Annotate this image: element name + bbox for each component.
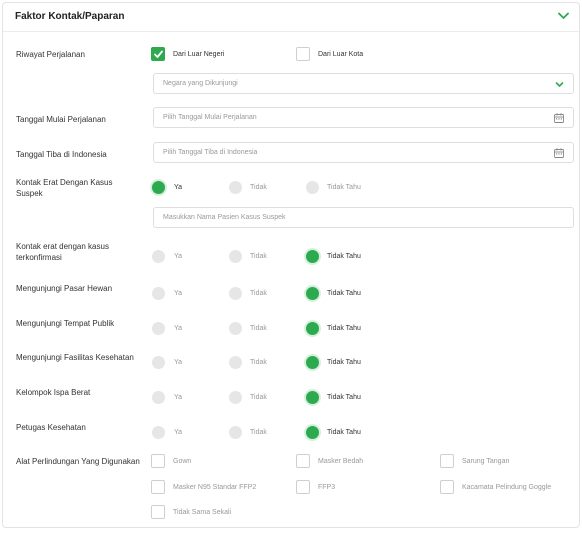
question-label: Petugas Kesehatan [16,423,86,432]
question-unknown-label: Tidak Tahu [327,325,361,332]
question-no-label: Tidak [250,359,267,366]
question-no-label: Tidak [250,429,267,436]
suspect-contact-label: Kontak Erat Dengan Kasus Suspek [16,178,113,198]
question-no-label: Tidak [250,325,267,332]
question-yes-radio[interactable] [152,356,165,369]
start-date-placeholder: Pilih Tanggal Mulai Perjalanan [163,114,257,121]
question-no-label: Tidak [250,253,267,260]
ppe-checkbox[interactable] [440,480,454,494]
question-unknown-label: Tidak Tahu [327,290,361,297]
ppe-option-label: Sarung Tangan [462,458,510,465]
arrival-date-placeholder: Pilih Tanggal Tiba di Indonesia [163,149,258,156]
question-unknown-label: Tidak Tahu [327,429,361,436]
ppe-option-label: Kacamata Pelindung Goggle [462,484,552,491]
suspect-yes-label: Ya [174,184,183,191]
question-no-radio[interactable] [229,391,242,404]
ppe-option-label: Masker N95 Standar FFP2 [173,484,257,491]
card-title: Faktor Kontak/Paparan [15,11,125,22]
question-label: Mengunjungi Tempat Publik [16,319,115,328]
question-label: Mengunjungi Pasar Hewan [16,284,113,293]
calendar-icon[interactable] [554,113,564,123]
question-no-radio[interactable] [229,322,242,335]
question-unknown-radio[interactable] [306,426,319,439]
domestic-label: Dari Luar Kota [318,51,364,58]
chevron-down-icon[interactable] [558,12,569,20]
chevron-down-icon [555,82,564,87]
ppe-checkbox[interactable] [296,454,310,468]
question-yes-label: Ya [174,253,183,260]
check-icon [154,50,163,58]
suspect-patient-placeholder: Masukkan Nama Pasien Kasus Suspek [163,214,286,221]
ppe-option-label: FFP3 [318,484,336,491]
question-unknown-label: Tidak Tahu [327,359,361,366]
question-no-radio[interactable] [229,250,242,263]
question-yes-label: Ya [174,394,183,401]
question-unknown-label: Tidak Tahu [327,394,361,401]
question-no-label: Tidak [250,290,267,297]
ppe-option-label: Gown [173,458,192,465]
question-no-radio[interactable] [229,356,242,369]
country-select[interactable]: Negara yang Dikunjungi [153,73,574,94]
question-no-radio[interactable] [229,426,242,439]
travel-history-label: Riwayat Perjalanan [16,50,85,59]
question-unknown-radio[interactable] [306,356,319,369]
suspect-unknown-label: Tidak Tahu [327,184,361,191]
suspect-no-radio[interactable] [229,181,242,194]
question-label: Kelompok Ispa Berat [16,388,91,397]
abroad-checkbox[interactable] [151,47,165,61]
suspect-patient-input[interactable]: Masukkan Nama Pasien Kasus Suspek [153,207,574,228]
question-yes-label: Ya [174,429,183,436]
question-unknown-radio[interactable] [306,250,319,263]
question-label: Mengunjungi Fasilitas Kesehatan [16,353,134,362]
suspect-no-label: Tidak [250,184,267,191]
question-no-radio[interactable] [229,287,242,300]
ppe-option-label: Tidak Sama Sekali [173,509,232,516]
question-yes-radio[interactable] [152,322,165,335]
question-unknown-radio[interactable] [306,391,319,404]
question-yes-label: Ya [174,325,183,332]
question-yes-radio[interactable] [152,391,165,404]
card-header[interactable]: Faktor Kontak/Paparan [3,3,579,32]
ppe-checkbox[interactable] [440,454,454,468]
domestic-checkbox[interactable] [296,47,310,61]
country-select-placeholder: Negara yang Dikunjungi [163,80,238,87]
question-yes-radio[interactable] [152,426,165,439]
ppe-label: Alat Perlindungan Yang Digunakan [16,457,140,466]
abroad-label: Dari Luar Negeri [173,51,225,58]
suspect-yes-radio[interactable] [152,181,165,194]
suspect-unknown-radio[interactable] [306,181,319,194]
start-date-label: Tanggal Mulai Perjalanan [16,115,106,124]
question-unknown-label: Tidak Tahu [327,253,361,260]
question-unknown-radio[interactable] [306,287,319,300]
question-unknown-radio[interactable] [306,322,319,335]
ppe-checkbox[interactable] [296,480,310,494]
ppe-checkbox[interactable] [151,454,165,468]
ppe-checkbox[interactable] [151,505,165,519]
ppe-option-label: Masker Bedah [318,458,364,465]
question-yes-label: Ya [174,359,183,366]
calendar-icon[interactable] [554,148,564,158]
question-yes-radio[interactable] [152,250,165,263]
question-no-label: Tidak [250,394,267,401]
question-label: Kontak erat dengan kasus terkonfirmasi [16,242,109,262]
arrival-date-input[interactable]: Pilih Tanggal Tiba di Indonesia [153,142,574,163]
contact-exposure-card: Faktor Kontak/Paparan Riwayat Perjalanan… [2,2,580,528]
question-yes-label: Ya [174,290,183,297]
question-yes-radio[interactable] [152,287,165,300]
ppe-checkbox[interactable] [151,480,165,494]
arrival-date-label: Tanggal Tiba di Indonesia [16,150,107,159]
start-date-input[interactable]: Pilih Tanggal Mulai Perjalanan [153,107,574,128]
